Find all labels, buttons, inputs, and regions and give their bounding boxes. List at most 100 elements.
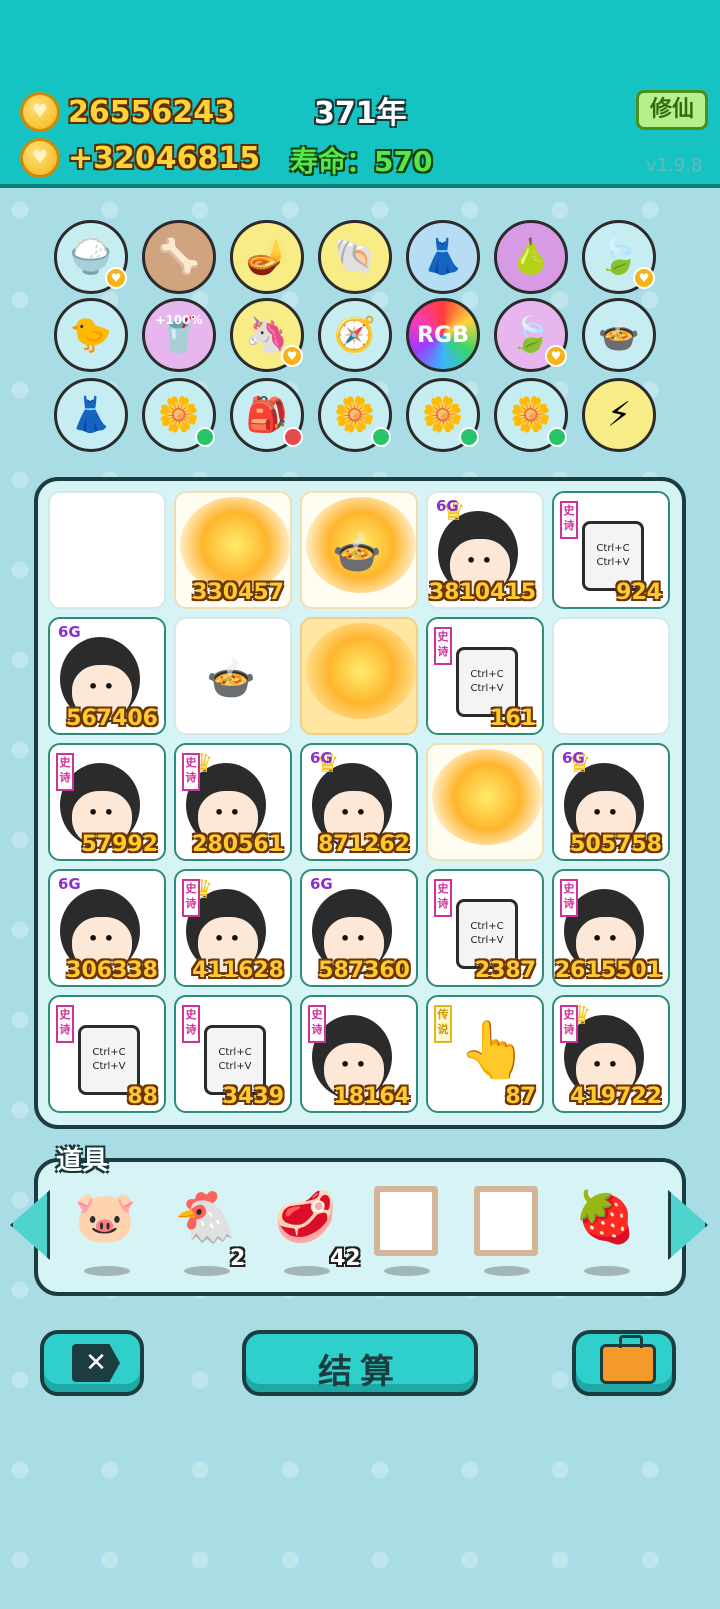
leaf-icon[interactable]: 🍃 ♥	[582, 220, 656, 294]
green-status-dot	[195, 427, 215, 447]
prop-strawberry[interactable]: 🍓	[570, 1182, 650, 1276]
pomelo-icon[interactable]: 🍐	[494, 220, 568, 294]
board-cell[interactable]: ♛ 6G 3810415	[426, 491, 544, 609]
board-cell[interactable]: 6G 306338	[48, 869, 166, 987]
6g-badge: 6G	[436, 497, 459, 515]
rice-bowl-icon[interactable]: 🍚 ♥	[54, 220, 128, 294]
compass-icon[interactable]: 🧭	[318, 298, 392, 372]
board-cell[interactable]: ♛ 6G 871262	[300, 743, 418, 861]
leaf-icon[interactable]: 🍃 ♥	[494, 298, 568, 372]
board-cell[interactable]: 史诗 Ctrl+C Ctrl+V 161	[426, 617, 544, 735]
year-display: 371年	[314, 96, 407, 131]
board-cell[interactable]: ♛ 史诗 280561	[174, 743, 292, 861]
6g-badge: 6G	[58, 623, 81, 641]
green-status-dot	[547, 427, 567, 447]
board-cell[interactable]	[426, 743, 544, 861]
prop-shadow	[284, 1266, 330, 1276]
cell-value: 57992	[81, 832, 158, 857]
flower-pot-icon[interactable]: 🌼	[494, 378, 568, 452]
board-cell[interactable]: 史诗 2615501	[552, 869, 670, 987]
lightning-icon[interactable]: ⚡	[582, 378, 656, 452]
epic-tag: 史诗	[182, 879, 200, 917]
board-cell[interactable]: 330457	[174, 491, 292, 609]
board-cell[interactable]: 史诗 Ctrl+C Ctrl+V 88	[48, 995, 166, 1113]
prop-shadow	[584, 1266, 630, 1276]
board-cell[interactable]: 史诗 Ctrl+C Ctrl+V 3439	[174, 995, 292, 1113]
board-cell[interactable]: 史诗 18164	[300, 995, 418, 1113]
shell-icon[interactable]: 🐚	[318, 220, 392, 294]
cell-value: 587360	[318, 958, 410, 983]
chick-icon[interactable]: 🐤	[54, 298, 128, 372]
board-cell-empty[interactable]	[48, 491, 166, 609]
prop-empty-frame[interactable]	[470, 1182, 550, 1276]
green-status-dot	[459, 427, 479, 447]
xiuxian-button[interactable]: 修仙	[636, 90, 708, 130]
board-cell[interactable]: 6G 567406	[48, 617, 166, 735]
unicorn-icon[interactable]: 🦄 ♥	[230, 298, 304, 372]
skirt-icon[interactable]: 👗	[54, 378, 128, 452]
coin-icon	[20, 138, 60, 178]
flower-pot-icon[interactable]: 🌼	[406, 378, 480, 452]
close-button[interactable]: ✕	[40, 1330, 144, 1396]
piggy-bank-icon: 🐷	[74, 1188, 137, 1246]
fire-effect	[432, 749, 542, 845]
prop-liver[interactable]: 🥩 42	[270, 1182, 361, 1276]
prop-count: 2	[230, 1246, 246, 1271]
bag-button[interactable]	[572, 1330, 676, 1396]
board-cell[interactable]: 🍲	[174, 617, 292, 735]
board-cell[interactable]: 史诗 57992	[48, 743, 166, 861]
board-cell[interactable]: ♛ 史诗 419722	[552, 995, 670, 1113]
flower-pot-icon[interactable]: 🌼	[318, 378, 392, 452]
bubble-tea-icon[interactable]: +100% 🥤	[142, 298, 216, 372]
props-title: 道具	[56, 1146, 109, 1176]
dog-food-icon[interactable]: 🦴	[142, 220, 216, 294]
seed-bag-icon[interactable]: 🎒	[230, 378, 304, 452]
income-row: +32046815	[20, 138, 260, 178]
epic-tag: 史诗	[434, 879, 452, 917]
rgb-label: RGB	[417, 322, 469, 348]
6g-badge: 6G	[310, 749, 333, 767]
6g-badge: 6G	[58, 875, 81, 893]
fire-effect	[180, 497, 290, 593]
pot-icon[interactable]: 🍲	[582, 298, 656, 372]
prop-piggy-bank[interactable]: 🐷	[70, 1182, 150, 1276]
prop-shadow	[184, 1266, 230, 1276]
cell-value: 419722	[570, 1084, 662, 1109]
board-cell-empty[interactable]	[552, 617, 670, 735]
board-cell[interactable]: 史诗 Ctrl+C Ctrl+V 924	[552, 491, 670, 609]
cell-value: 2615501	[554, 958, 662, 983]
prop-chicken[interactable]: 🐔 2	[170, 1182, 250, 1276]
epic-tag: 史诗	[56, 1005, 74, 1043]
board-cell[interactable]: 传说 👆 87	[426, 995, 544, 1113]
board-cell[interactable]: 6G 587360	[300, 869, 418, 987]
cell-value: 306338	[66, 958, 158, 983]
magic-lamp-icon[interactable]: 🪔	[230, 220, 304, 294]
flower-pot-icon[interactable]: 🌼	[142, 378, 216, 452]
rgb-icon[interactable]: RGB	[406, 298, 480, 372]
skirt-icon[interactable]: 👗	[406, 220, 480, 294]
epic-tag: 史诗	[560, 879, 578, 917]
cell-value: 3439	[222, 1084, 284, 1109]
heart-badge: ♥	[281, 345, 303, 367]
board-cell[interactable]	[300, 617, 418, 735]
cell-value: 280561	[192, 832, 284, 857]
heart-badge: ♥	[105, 267, 127, 289]
prop-picture-frame[interactable]	[370, 1182, 450, 1276]
board-cell[interactable]: 史诗 Ctrl+C Ctrl+V 2387	[426, 869, 544, 987]
prop-shadow	[84, 1266, 130, 1276]
epic-tag: 史诗	[560, 1005, 578, 1043]
board-cell[interactable]: ♛ 6G 505758	[552, 743, 670, 861]
settle-button[interactable]: 结算	[242, 1330, 478, 1396]
pot-icon: 🍲	[332, 530, 382, 576]
cell-value: 3810415	[428, 580, 536, 605]
epic-tag: 史诗	[56, 753, 74, 791]
top-bar: 26556243 +32046815 371年 寿命：570 修仙 v1.9.8	[0, 0, 720, 188]
lifespan-value: 570	[374, 145, 433, 178]
board-cell[interactable]: ♛ 史诗 411628	[174, 869, 292, 987]
green-status-dot	[371, 427, 391, 447]
cell-value: 2387	[474, 958, 536, 983]
board-cell[interactable]: 🍲	[300, 491, 418, 609]
cell-value: 924	[616, 580, 662, 605]
income-value: +32046815	[68, 140, 261, 176]
epic-tag: 史诗	[560, 501, 578, 539]
